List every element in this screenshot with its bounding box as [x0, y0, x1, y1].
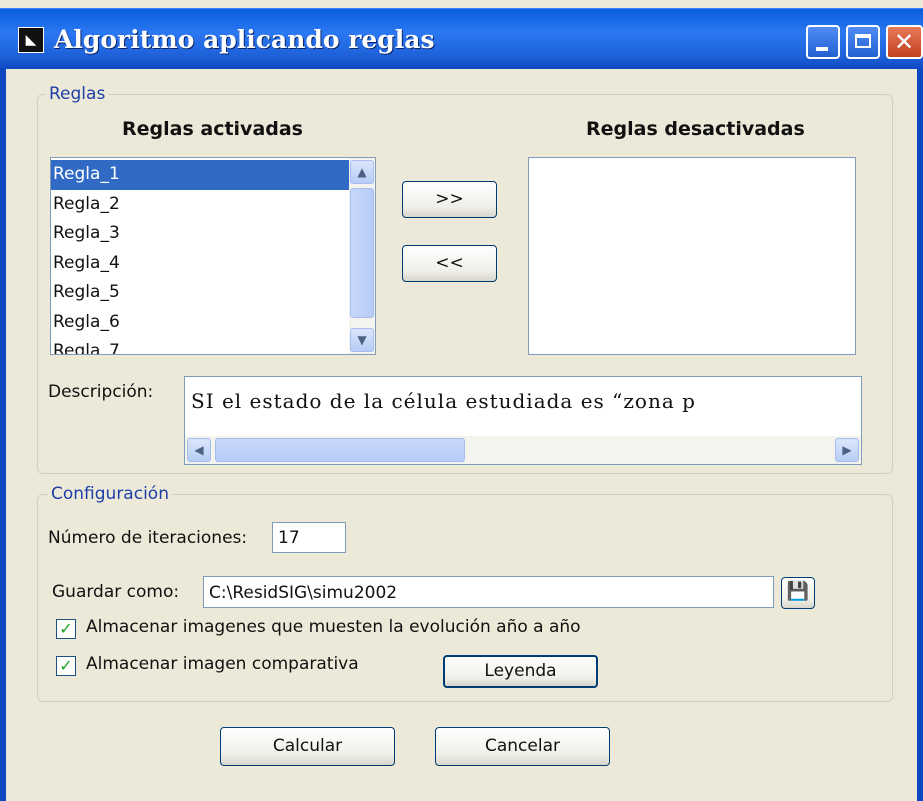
evolucion-checkbox-label: Almacenar imagenes que muesten la evoluc… [86, 617, 581, 637]
window-title: Algoritmo aplicando reglas [54, 25, 435, 54]
list-item[interactable]: Regla_2 [51, 190, 375, 220]
checkmark-icon: ✓ [59, 619, 73, 638]
reglas-activadas-heading: Reglas activadas [122, 118, 303, 140]
cancelar-button[interactable]: Cancelar [435, 727, 610, 766]
scroll-up-icon[interactable]: ▲ [350, 160, 374, 184]
iteraciones-label: Número de iteraciones: [48, 528, 248, 548]
reglas-activadas-items: Regla_1 Regla_2 Regla_3 Regla_4 Regla_5 Regla… [51, 158, 375, 354]
activadas-scrollbar[interactable]: ▲ ▼ [349, 158, 375, 354]
list-item[interactable]: Regla_7 [51, 337, 375, 354]
list-item[interactable]: Regla_3 [51, 219, 375, 249]
reglas-desactivadas-list[interactable] [528, 157, 856, 355]
leyenda-button[interactable]: Leyenda [443, 655, 598, 688]
scroll-right-icon[interactable]: ▶ [835, 438, 859, 462]
guardar-path-input[interactable]: C:\ResidSIG\simu2002 [203, 576, 774, 608]
reglas-desactivadas-heading: Reglas desactivadas [586, 118, 805, 140]
hscroll-thumb[interactable] [215, 438, 465, 462]
configuracion-group-label: Configuración [48, 484, 172, 504]
window-frame-right [917, 68, 923, 801]
comparativa-checkbox[interactable]: ✓ [56, 656, 76, 676]
scroll-down-icon[interactable]: ▼ [350, 328, 374, 352]
scroll-left-icon[interactable]: ◀ [187, 438, 211, 462]
descripcion-hscrollbar[interactable]: ◀ ▶ [185, 436, 861, 464]
window-frame-left [0, 68, 6, 801]
list-item[interactable]: Regla_5 [51, 278, 375, 308]
save-disk-icon[interactable]: 💾 [781, 577, 815, 609]
title-bar[interactable]: ◣ Algoritmo aplicando reglas [0, 8, 923, 69]
move-to-desactivadas-button[interactable]: >> [402, 181, 497, 218]
scroll-thumb[interactable] [350, 188, 374, 318]
close-icon[interactable] [886, 25, 923, 59]
minimize-icon[interactable] [806, 25, 840, 59]
reglas-activadas-list[interactable]: Regla_1 Regla_2 Regla_3 Regla_4 Regla_5 Regla… [50, 157, 376, 355]
move-to-activadas-button[interactable]: << [402, 245, 497, 282]
list-item[interactable]: Regla_4 [51, 249, 375, 279]
list-item[interactable]: Regla_6 [51, 308, 375, 338]
app-icon: ◣ [18, 27, 44, 53]
maximize-icon[interactable] [846, 25, 880, 59]
reglas-group-label: Reglas [46, 84, 109, 104]
evolucion-checkbox[interactable]: ✓ [56, 619, 76, 639]
comparativa-checkbox-label: Almacenar imagen comparativa [86, 654, 359, 674]
descripcion-label: Descripción: [48, 382, 154, 402]
descripcion-field[interactable]: SI el estado de la célula estudiada es “… [184, 376, 862, 465]
dialog-window: ◣ Algoritmo aplicando reglas Reglas Regl… [0, 0, 923, 801]
guardar-label: Guardar como: [52, 582, 180, 602]
list-item[interactable]: Regla_1 [51, 160, 375, 190]
iteraciones-input[interactable]: 17 [272, 522, 346, 553]
checkmark-icon: ✓ [59, 656, 73, 675]
descripcion-text: SI el estado de la célula estudiada es “… [191, 389, 696, 413]
calcular-button[interactable]: Calcular [220, 727, 395, 766]
